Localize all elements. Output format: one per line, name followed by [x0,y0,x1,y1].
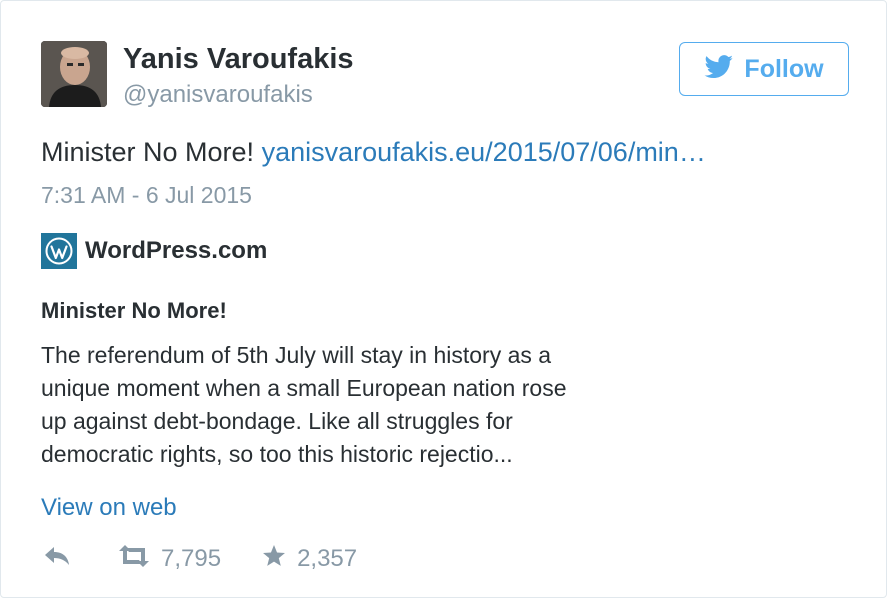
tweet-body: Minister No More! [41,137,255,167]
favorite-count: 2,357 [297,544,358,572]
card-source[interactable]: WordPress.com [41,233,267,269]
reply-button[interactable] [43,545,71,572]
embedded-tweet-card: Yanis Varoufakis @yanisvaroufakis Follow… [0,0,887,598]
tweet-text: Minister No More! yanisvaroufakis.eu/201… [41,137,706,168]
profile-photo [41,41,107,107]
tweet-link[interactable]: yanisvaroufakis.eu/2015/07/06/min… [262,137,706,167]
tweet-timestamp[interactable]: 7:31 AM - 6 Jul 2015 [41,182,252,209]
follow-label: Follow [744,54,824,83]
card-description-line: democratic rights, so too this historic … [41,441,513,467]
card-description-line: The referendum of 5th July will stay in … [41,342,552,368]
author-handle[interactable]: @yanisvaroufakis [123,81,313,109]
star-icon [261,544,287,573]
author-name[interactable]: Yanis Varoufakis [123,43,354,76]
follow-button[interactable]: Follow [679,42,849,96]
reply-icon [43,545,71,572]
card-source-name: WordPress.com [85,237,268,264]
card-title[interactable]: Minister No More! [41,298,227,324]
retweet-count: 7,795 [161,544,222,572]
twitter-bird-icon [704,54,734,84]
tweet-actions: 7,795 2,357 [43,544,357,573]
favorite-button[interactable]: 2,357 [261,544,357,573]
card-description: The referendum of 5th July will stay in … [41,339,651,471]
retweet-button[interactable]: 7,795 [117,545,221,573]
view-on-web-link[interactable]: View on web [41,494,177,522]
wordpress-icon [41,233,77,269]
retweet-icon [117,545,151,572]
avatar[interactable] [41,41,107,107]
card-description-line: up against debt-bondage. Like all strugg… [41,408,513,434]
card-description-line: unique moment when a small European nati… [41,375,567,401]
